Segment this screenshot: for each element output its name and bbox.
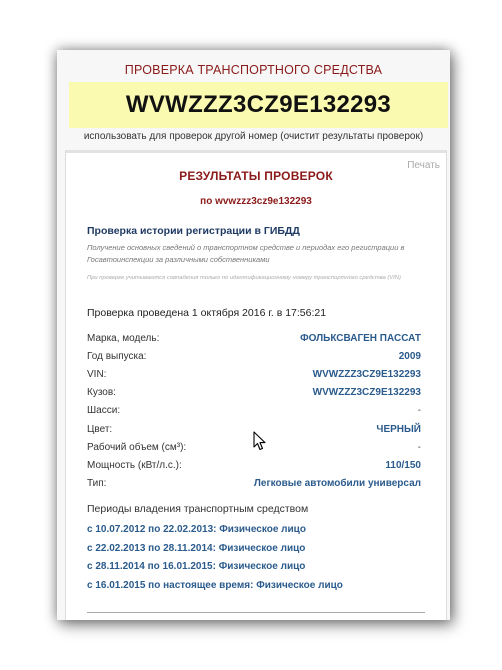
section-title: Проверка истории регистрации в ГИБДД <box>87 225 300 237</box>
detail-row-power: Мощность (кВт/л.с.): 110/150 <box>87 456 421 474</box>
detail-value: - <box>417 441 421 453</box>
vehicle-details: Марка, модель: ФОЛЬКСВАГЕН ПАССАТ Год вы… <box>87 329 421 493</box>
ownership-period-item[interactable]: с 22.02.2013 по 28.11.2014: Физическое л… <box>87 540 427 559</box>
results-subtitle: по wvwzzz3cz9e132293 <box>200 196 312 207</box>
check-timestamp: Проверка проведена 1 октября 2016 г. в 1… <box>87 307 327 319</box>
detail-row-type: Тип: Легковые автомобили универсал <box>87 475 421 493</box>
detail-label: VIN: <box>87 368 107 380</box>
detail-label: Шасси: <box>87 405 121 417</box>
ownership-period-item[interactable]: с 10.07.2012 по 22.02.2013: Физическое л… <box>87 521 427 540</box>
detail-value: ФОЛЬКСВАГЕН ПАССАТ <box>300 332 421 344</box>
ownership-period-item[interactable]: с 16.01.2015 по настоящее время: Физичес… <box>87 577 427 596</box>
section-description: Получение основных сведений о транспортн… <box>87 243 405 264</box>
detail-label: Кузов: <box>87 387 116 399</box>
detail-row-body: Кузов: WVWZZZ3CZ9E132293 <box>87 384 421 402</box>
detail-row-chassis: Шасси: - <box>87 402 421 420</box>
detail-value: WVWZZZ3CZ9E132293 <box>312 368 421 380</box>
detail-value: Легковые автомобили универсал <box>253 478 421 490</box>
results-panel: Печать РЕЗУЛЬТАТЫ ПРОВЕРОК по wvwzzz3cz9… <box>65 150 447 620</box>
detail-label: Мощность (кВт/л.с.): <box>87 459 182 471</box>
vehicle-check-page: ПРОВЕРКА ТРАНСПОРТНОГО СРЕДСТВА WVWZZZ3C… <box>57 50 450 620</box>
detail-value: 110/150 <box>385 459 421 471</box>
detail-value: ЧЕРНЫЙ <box>376 423 421 435</box>
detail-row-make-model: Марка, модель: ФОЛЬКСВАГЕН ПАССАТ <box>87 329 421 347</box>
detail-row-vin: VIN: WVWZZZ3CZ9E132293 <box>87 365 421 383</box>
detail-value: - <box>417 405 421 417</box>
mouse-pointer-icon <box>253 431 266 451</box>
detail-label: Тип: <box>87 478 107 490</box>
divider <box>87 612 425 613</box>
ownership-period-item[interactable]: с 28.11.2014 по 16.01.2015: Физическое л… <box>87 558 427 577</box>
detail-label: Год выпуска: <box>87 350 147 362</box>
detail-value: WVWZZZ3CZ9E132293 <box>312 387 421 399</box>
detail-row-year: Год выпуска: 2009 <box>87 347 421 365</box>
use-other-number-link[interactable]: использовать для проверок другой номер (… <box>57 128 450 144</box>
detail-label: Рабочий объем (см³): <box>87 441 187 453</box>
vin-number: WVWZZZ3CZ9E132293 <box>125 91 392 118</box>
ownership-title: Периоды владения транспортным средством <box>87 503 309 515</box>
page-title: ПРОВЕРКА ТРАНСПОРТНОГО СРЕДСТВА <box>124 63 383 77</box>
section-note: При проверке учитываются совпадения толь… <box>87 275 401 281</box>
vin-banner: WVWZZZ3CZ9E132293 <box>69 82 448 128</box>
results-title: РЕЗУЛЬТАТЫ ПРОВЕРОК <box>179 169 333 183</box>
ownership-list: с 10.07.2012 по 22.02.2013: Физическое л… <box>87 521 427 595</box>
detail-label: Марка, модель: <box>87 332 160 344</box>
detail-label: Цвет: <box>87 423 113 435</box>
detail-value: 2009 <box>398 350 421 362</box>
